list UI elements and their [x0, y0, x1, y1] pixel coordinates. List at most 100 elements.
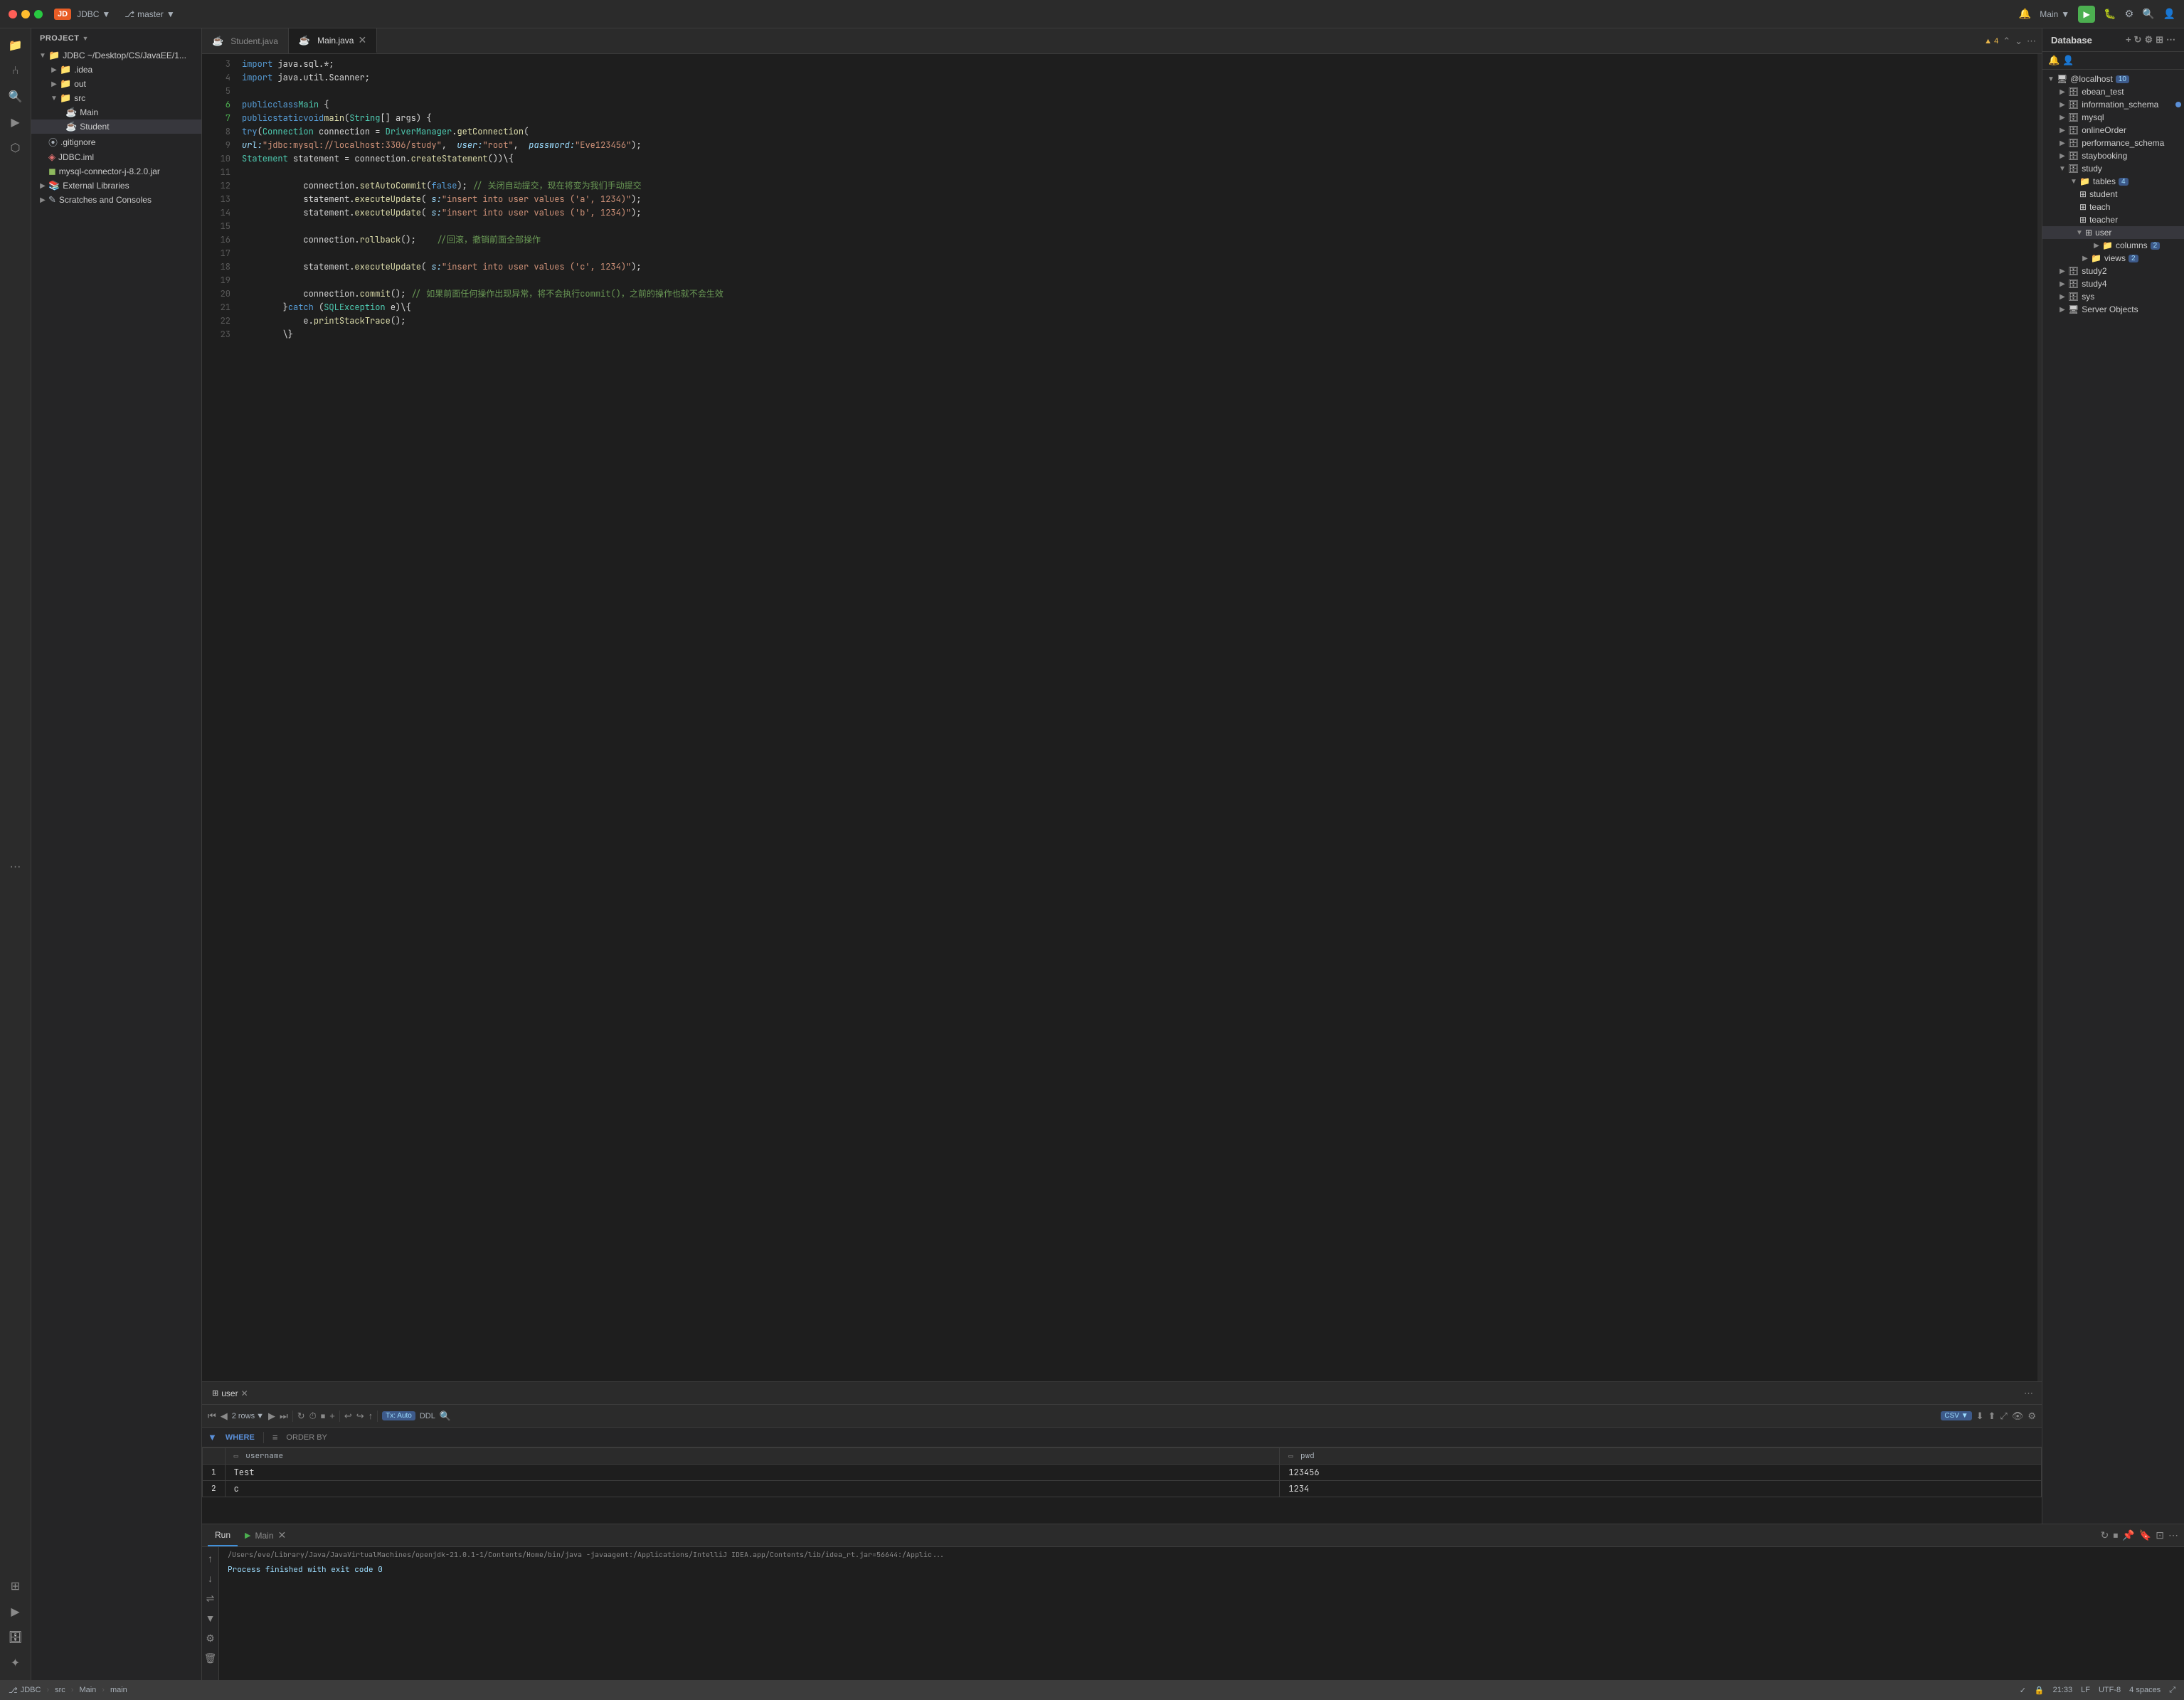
db-item-ebean-test[interactable]: ▶ 🗄 ebean_test	[2042, 85, 2184, 98]
db-item-user-table[interactable]: ▼ ⊞ user	[2042, 226, 2184, 239]
status-line-sep[interactable]: LF	[2081, 1686, 2090, 1694]
more-options-icon[interactable]: ⋯	[2024, 1388, 2033, 1399]
db-item-information-schema[interactable]: ▶ 🗄 information_schema	[2042, 98, 2184, 111]
db-item-mysql[interactable]: ▶ 🗄 mysql	[2042, 111, 2184, 124]
close-icon[interactable]: ✕	[358, 34, 366, 46]
db-item-student-table[interactable]: ⊞ student	[2042, 188, 2184, 201]
project-selector[interactable]: JDBC ▼	[77, 9, 110, 19]
filter-run-icon[interactable]: ▼	[202, 1610, 219, 1627]
minimize-button[interactable]	[21, 10, 30, 18]
tab-main-run[interactable]: ▶ Main ✕	[238, 1524, 293, 1546]
ddl-label[interactable]: DDL	[420, 1412, 435, 1420]
db-tool-icon[interactable]: 👤	[2062, 55, 2074, 66]
tree-item-jdbc-iml[interactable]: ◈ JDBC.iml	[31, 150, 201, 164]
settings-icon[interactable]: ⚙	[2125, 8, 2134, 20]
search-icon[interactable]: 🔍	[2142, 8, 2154, 20]
refresh-icon[interactable]: ↻	[297, 1411, 305, 1422]
add-db-icon[interactable]: +	[2126, 34, 2131, 46]
col-header-pwd[interactable]: ▭ pwd	[1280, 1448, 2042, 1465]
tree-item-idea[interactable]: ▶ 📁 .idea	[31, 63, 201, 77]
folder-icon[interactable]: 📁	[4, 34, 27, 57]
close-icon[interactable]: ✕	[241, 1388, 248, 1398]
tree-item-scratches[interactable]: ▶ ✎ Scratches and Consoles	[31, 193, 201, 207]
settings-run-icon[interactable]: ⚙	[202, 1630, 219, 1647]
table-row[interactable]: 1 Test 123456	[203, 1465, 2042, 1481]
redo-icon[interactable]: ↪	[356, 1411, 364, 1422]
cell-username[interactable]: c	[225, 1481, 1280, 1497]
tree-item-src[interactable]: ▼ 📁 src	[31, 91, 201, 105]
status-encoding[interactable]: UTF-8	[2099, 1686, 2121, 1694]
tree-item-out[interactable]: ▶ 📁 out	[31, 77, 201, 91]
db-item-performance-schema[interactable]: ▶ 🗄 performance_schema	[2042, 137, 2184, 149]
db-item-study4[interactable]: ▶ 🗄 study4	[2042, 277, 2184, 290]
db-item-onlineorder[interactable]: ▶ 🗄 onlineOrder	[2042, 124, 2184, 137]
db-item-staybooking[interactable]: ▶ 🗄 staybooking	[2042, 149, 2184, 162]
prev-row-icon[interactable]: ◀	[221, 1411, 228, 1422]
tree-item-student[interactable]: ☕ Student	[31, 119, 201, 134]
db-item-columns[interactable]: ▶ 📁 columns 2	[2042, 239, 2184, 252]
pin-icon[interactable]: 📌	[2122, 1529, 2134, 1541]
table-view-icon[interactable]: ⊞	[2156, 34, 2163, 46]
run-config-selector[interactable]: Main ▼	[2040, 9, 2069, 19]
db-item-localhost[interactable]: ▼ 🖥 @localhost 10	[2042, 73, 2184, 85]
wrap-icon[interactable]: ⇌	[202, 1590, 219, 1607]
maximize-button[interactable]	[34, 10, 43, 18]
run-activity-icon[interactable]: ▶	[4, 111, 27, 134]
run-button[interactable]: ▶	[2078, 6, 2095, 23]
search-activity-icon[interactable]: 🔍	[4, 85, 27, 108]
scroll-up-icon[interactable]: ↑	[202, 1550, 219, 1567]
csv-badge[interactable]: CSV ▼	[1941, 1411, 1971, 1420]
import-icon[interactable]: ⬆	[1988, 1411, 1996, 1422]
tree-item-mysql-connector[interactable]: ◼ mysql-connector-j-8.2.0.jar	[31, 164, 201, 179]
status-line-col[interactable]: 21:33	[2053, 1686, 2073, 1694]
col-header-username[interactable]: ▭ username	[225, 1448, 1280, 1465]
next-row-icon[interactable]: ▶	[268, 1411, 275, 1422]
stop-run-icon[interactable]: ⏹	[2113, 1529, 2118, 1541]
terminal-icon[interactable]: ⊞	[4, 1575, 27, 1598]
tab-run[interactable]: Run	[208, 1524, 238, 1546]
cell-pwd[interactable]: 123456	[1280, 1465, 2042, 1481]
editor-scrollbar[interactable]	[2037, 54, 2042, 1381]
close-button[interactable]	[9, 10, 17, 18]
tree-item-main[interactable]: ☕ Main	[31, 105, 201, 119]
status-branch[interactable]: ⎇ JDBC	[9, 1686, 41, 1695]
tab-main[interactable]: ☕ Main.java ✕	[289, 28, 377, 53]
db-item-study[interactable]: ▼ 🗄 study	[2042, 162, 2184, 175]
query-tab-user[interactable]: ⊞ user ✕	[205, 1382, 255, 1404]
settings-icon[interactable]: ⚙	[2027, 1411, 2036, 1422]
cell-username[interactable]: Test	[225, 1465, 1280, 1481]
refresh-run-icon[interactable]: ↻	[2101, 1529, 2109, 1541]
expand-icon[interactable]: ⤢	[2000, 1411, 2007, 1422]
layout-icon[interactable]: ⊡	[2156, 1529, 2164, 1541]
stop-icon[interactable]: ⏹	[321, 1411, 326, 1422]
export-icon[interactable]: ⬇	[1976, 1411, 1984, 1422]
undo-icon[interactable]: ↩	[344, 1411, 352, 1422]
more-db-icon[interactable]: ⋯	[2166, 34, 2175, 46]
table-row[interactable]: 2 c 1234	[203, 1481, 2042, 1497]
tree-item-jdbc-root[interactable]: ▼ 📁 JDBC ~/Desktop/CS/JavaEE/1...	[31, 48, 201, 63]
account-icon[interactable]: 👤	[2163, 8, 2175, 20]
last-row-icon[interactable]: ⏭	[280, 1411, 288, 1422]
tree-item-gitignore[interactable]: ⦿ .gitignore	[31, 134, 201, 150]
scroll-down-icon[interactable]: ↓	[202, 1570, 219, 1587]
properties-db-icon[interactable]: ⚙	[2144, 34, 2153, 46]
ai-icon[interactable]: ✦	[4, 1652, 27, 1674]
branch-selector[interactable]: ⎇ master ▼	[124, 9, 174, 19]
code-editor[interactable]: import java.sql.*; import java.util.Scan…	[236, 54, 2037, 1381]
vcs-icon[interactable]: ⑃	[4, 60, 27, 83]
db-item-tables[interactable]: ▼ 📁 tables 4	[2042, 175, 2184, 188]
notification-icon[interactable]: 🔔	[2019, 8, 2031, 20]
db-item-teach-table[interactable]: ⊞ teach	[2042, 201, 2184, 213]
more-run-icon[interactable]: ⋯	[2168, 1529, 2178, 1541]
expand-status-icon[interactable]: ⤢	[2169, 1686, 2175, 1695]
bookmark-icon[interactable]: 🔖	[2139, 1529, 2151, 1541]
clock-icon[interactable]: ⏱	[309, 1411, 317, 1422]
refresh-db-icon[interactable]: ↻	[2134, 34, 2142, 46]
db-item-sys[interactable]: ▶ 🗄 sys	[2042, 290, 2184, 303]
status-indent[interactable]: 4 spaces	[2129, 1686, 2161, 1694]
plugins-icon[interactable]: ⬡	[4, 137, 27, 159]
search-query-icon[interactable]: 🔍	[440, 1411, 451, 1422]
submit-icon[interactable]: ↑	[369, 1411, 373, 1421]
tab-student[interactable]: ☕ Student.java	[202, 28, 289, 53]
run-panel-icon[interactable]: ▶	[4, 1600, 27, 1623]
